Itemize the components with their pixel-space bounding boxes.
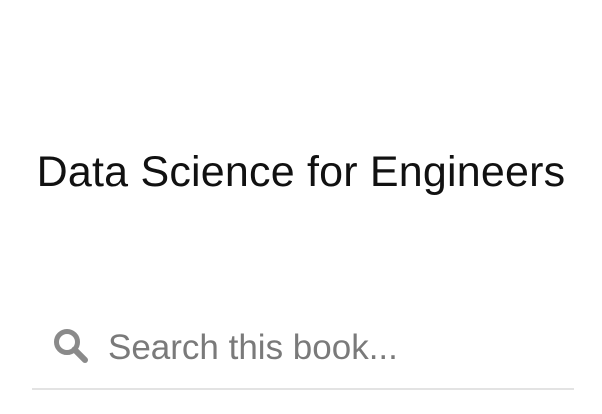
- book-title: Data Science for Engineers: [36, 148, 566, 196]
- search-icon: [52, 327, 90, 365]
- search-input[interactable]: [108, 322, 568, 374]
- search-bar: [32, 318, 574, 390]
